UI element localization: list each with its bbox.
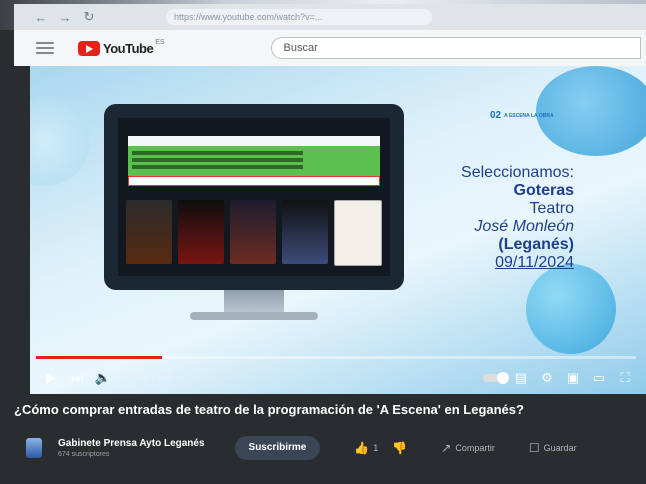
slide-caption: Seleccionamos: Goteras Teatro José Monle… bbox=[461, 164, 574, 272]
monitor-screen bbox=[118, 118, 390, 276]
search-input[interactable]: Buscar bbox=[270, 37, 641, 59]
poster bbox=[334, 200, 382, 266]
next-icon[interactable]: ⏭ bbox=[64, 365, 90, 391]
slide-line: (Leganés) bbox=[498, 236, 574, 253]
logo-region: ES bbox=[155, 38, 165, 46]
play-logo-icon bbox=[78, 40, 100, 56]
share-label: Compartir bbox=[455, 443, 495, 453]
share-button[interactable]: ↗ Compartir bbox=[441, 441, 495, 455]
like-button[interactable]: 👍 1 bbox=[354, 441, 378, 455]
progress-bar[interactable] bbox=[36, 356, 636, 359]
progress-fill bbox=[36, 356, 162, 359]
subscriber-count: 674 suscriptores bbox=[58, 451, 110, 458]
forward-arrow-icon[interactable]: → bbox=[58, 10, 72, 25]
channel-name[interactable]: Gabinete Prensa Ayto Leganés bbox=[58, 438, 205, 449]
play-icon[interactable]: ▶ bbox=[38, 365, 64, 391]
subtitles-icon[interactable]: ▤ bbox=[508, 365, 534, 391]
video-title: ¿Cómo comprar entradas de teatro de la p… bbox=[14, 402, 524, 417]
hamburger-menu-icon[interactable] bbox=[36, 42, 54, 54]
poster bbox=[230, 200, 276, 264]
player-controls: ▶ ⏭ 🔈 0:51 / 4:06 ▤ ⚙ ▣ ▭ ⛶ bbox=[30, 362, 646, 394]
address-bar[interactable]: https://www.youtube.com/watch?v=... bbox=[166, 9, 432, 25]
fullscreen-icon[interactable]: ⛶ bbox=[612, 365, 638, 391]
decor-bubble bbox=[30, 96, 90, 186]
subscribe-button[interactable]: Suscribirme bbox=[234, 436, 321, 460]
bookmark-icon: ☐ bbox=[528, 441, 540, 455]
slide-date: 09/11/2024 bbox=[495, 254, 574, 271]
youtube-logo[interactable]: YouTube ES bbox=[78, 38, 165, 56]
video-player[interactable]: 02 A ESCENA LA OBRA Seleccionamos: Goter… bbox=[30, 66, 646, 394]
poster bbox=[126, 200, 172, 264]
screenshot-selected-row bbox=[128, 176, 380, 186]
volume-icon[interactable]: 🔈 bbox=[90, 365, 116, 391]
slide-line: Teatro bbox=[529, 200, 574, 217]
save-label: Guardar bbox=[543, 443, 577, 453]
slide-line: Seleccionamos: bbox=[461, 164, 574, 181]
autoplay-toggle[interactable] bbox=[482, 365, 509, 391]
slide-monitor-illustration bbox=[104, 104, 404, 290]
thumbs-down-icon: 👎 bbox=[392, 441, 408, 455]
theater-mode-icon[interactable]: ▭ bbox=[586, 365, 612, 391]
monitor-base bbox=[190, 312, 318, 320]
brand-logo-icon: 02 bbox=[490, 110, 502, 121]
brand-text: A ESCENA LA OBRA bbox=[504, 112, 554, 119]
reload-icon[interactable]: ↻ bbox=[82, 9, 96, 25]
screenshot-header bbox=[128, 136, 380, 146]
thumbs-up-icon: 👍 bbox=[354, 441, 370, 455]
channel-avatar[interactable] bbox=[26, 438, 42, 458]
dislike-button[interactable]: 👎 bbox=[392, 441, 407, 455]
channel-info: Gabinete Prensa Ayto Leganés 674 suscrip… bbox=[58, 438, 205, 458]
share-icon: ↗ bbox=[441, 441, 452, 455]
miniplayer-icon[interactable]: ▣ bbox=[560, 365, 586, 391]
slide-line: Goteras bbox=[513, 182, 574, 199]
brand-badge: 02 A ESCENA LA OBRA bbox=[490, 110, 554, 121]
like-count: 1 bbox=[373, 443, 379, 453]
logo-text: YouTube bbox=[103, 40, 154, 56]
video-meta-row: Gabinete Prensa Ayto Leganés 674 suscrip… bbox=[14, 428, 646, 468]
slide-line: José Monleón bbox=[474, 218, 574, 235]
poster bbox=[282, 200, 328, 264]
decor-bubble bbox=[526, 264, 616, 354]
poster bbox=[178, 200, 224, 264]
back-arrow-icon[interactable]: ← bbox=[34, 10, 48, 25]
youtube-header: YouTube ES Buscar bbox=[14, 30, 646, 66]
save-button[interactable]: ☐ Guardar bbox=[529, 441, 577, 455]
screenshot-highlight bbox=[128, 146, 380, 176]
settings-gear-icon[interactable]: ⚙ bbox=[534, 365, 560, 391]
time-display: 0:51 / 4:06 bbox=[134, 373, 172, 383]
poster-strip bbox=[126, 200, 382, 266]
browser-toolbar: ← → ↻ https://www.youtube.com/watch?v=..… bbox=[14, 4, 646, 30]
